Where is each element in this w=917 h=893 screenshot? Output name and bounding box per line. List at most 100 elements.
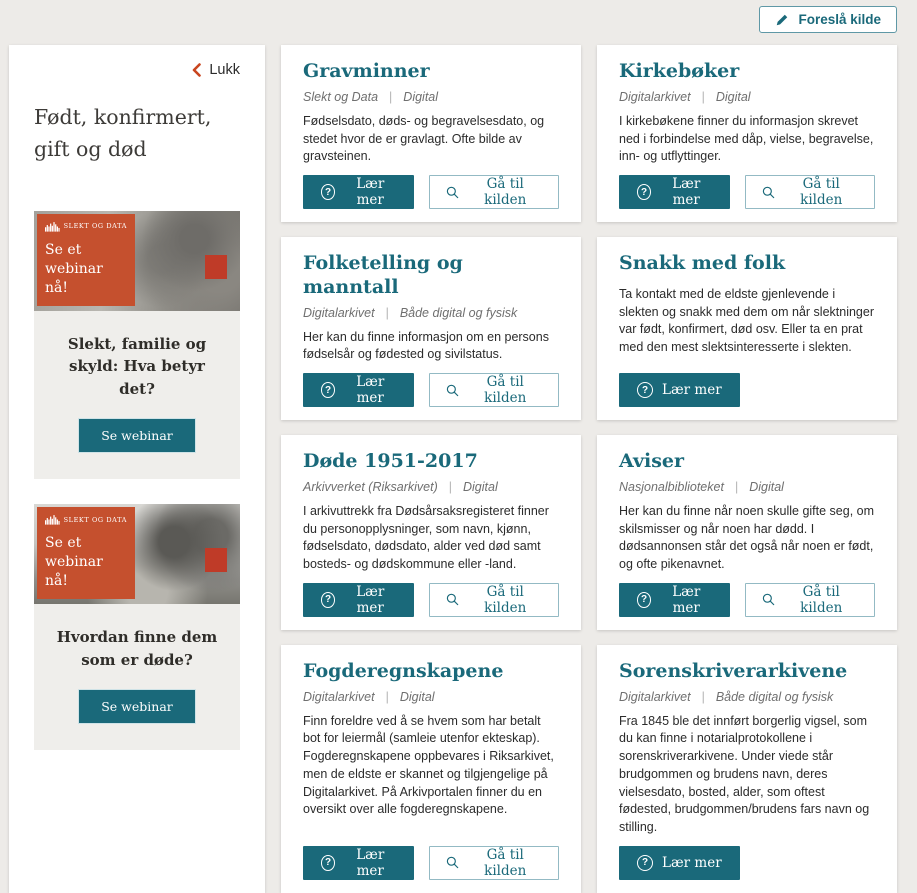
question-circle-icon: ? (321, 855, 335, 871)
webinar-overlay: SLEKT OG DATA Se et webinar nå! (37, 507, 135, 599)
question-circle-icon: ? (637, 184, 651, 200)
card-title: Fogderegnskapene (303, 660, 559, 684)
card-meta: Digitalarkivet | Både digital og fysisk (619, 690, 875, 704)
card-title: Folketelling og manntall (303, 252, 559, 300)
meta-separator: | (702, 690, 705, 704)
card-title: Aviser (619, 450, 875, 474)
learn-more-button[interactable]: ? Lær mer (303, 846, 414, 880)
card-description: Ta kontakt med de eldste gjenlevende i s… (619, 286, 875, 357)
go-to-source-button[interactable]: Gå til kilden (429, 373, 559, 407)
card-actions: ? Lær mer Gå til kilden (303, 574, 559, 617)
card-format: Både digital og fysisk (400, 306, 517, 320)
brand-label: SLEKT OG DATA (64, 516, 127, 524)
close-row: Lukk (34, 62, 240, 82)
meta-separator: | (386, 690, 389, 704)
go-to-source-button[interactable]: Gå til kilden (429, 846, 559, 880)
close-link[interactable]: Lukk (191, 62, 240, 78)
suggest-source-button[interactable]: Foreslå kilde (759, 6, 897, 33)
learn-more-button[interactable]: ? Lær mer (303, 373, 414, 407)
brand-row: SLEKT OG DATA (45, 514, 127, 525)
card-source: Digitalarkivet (303, 690, 375, 704)
close-label: Lukk (209, 62, 240, 78)
card-meta: Nasjonalbiblioteket | Digital (619, 480, 875, 494)
page-title: Født, konfirmert, gift og død (34, 102, 240, 166)
go-to-source-label: Gå til kilden (784, 584, 858, 616)
webinar-card: SLEKT OG DATA Se et webinar nå! Hvordan … (34, 504, 240, 750)
webinar-title: Slekt, familie og skyld: Hva betyr det? (50, 333, 224, 401)
card-source: Arkivverket (Riksarkivet) (303, 480, 438, 494)
webinar-photo: SLEKT OG DATA Se et webinar nå! (34, 211, 240, 311)
card-actions: ? Lær mer Gå til kilden (619, 166, 875, 209)
card-description: Fødselsdato, døds- og begravelsesdato, o… (303, 113, 559, 166)
learn-more-label: Lær mer (660, 176, 712, 208)
question-circle-icon: ? (321, 592, 335, 608)
go-to-source-label: Gå til kilden (468, 847, 542, 879)
card-format: Digital (403, 90, 438, 104)
card-title: Kirkebøker (619, 60, 875, 84)
watch-webinar-button[interactable]: Se webinar (78, 689, 196, 724)
suggest-source-label: Foreslå kilde (798, 12, 881, 27)
meta-separator: | (449, 480, 452, 494)
search-icon (762, 185, 775, 200)
accent-square (205, 548, 227, 572)
go-to-source-label: Gå til kilden (784, 176, 858, 208)
search-icon (446, 185, 459, 200)
top-bar: Foreslå kilde (0, 0, 917, 45)
card-description: Fra 1845 ble det innført borgerlig vigse… (619, 713, 875, 837)
learn-more-label: Lær mer (662, 382, 722, 398)
card-title: Døde 1951-2017 (303, 450, 559, 474)
learn-more-label: Lær mer (662, 855, 722, 871)
learn-more-button[interactable]: ? Lær mer (619, 373, 740, 407)
search-icon (446, 592, 459, 607)
webinar-body: Slekt, familie og skyld: Hva betyr det? … (34, 311, 240, 480)
card-description: Her kan du finne informasjon om en perso… (303, 329, 559, 365)
card-actions: ? Lær mer (619, 364, 875, 407)
meta-separator: | (735, 480, 738, 494)
learn-more-label: Lær mer (344, 374, 396, 406)
card-meta: Arkivverket (Riksarkivet) | Digital (303, 480, 559, 494)
brand-label: SLEKT OG DATA (64, 222, 127, 230)
go-to-source-button[interactable]: Gå til kilden (429, 583, 559, 617)
source-card-snakk-med-folk: Snakk med folk Ta kontakt med de eldste … (597, 237, 897, 420)
card-meta: Slekt og Data | Digital (303, 90, 559, 104)
go-to-source-label: Gå til kilden (468, 584, 542, 616)
card-source: Nasjonalbiblioteket (619, 480, 724, 494)
card-actions: ? Lær mer Gå til kilden (303, 364, 559, 407)
card-actions: ? Lær mer (619, 837, 875, 880)
equalizer-bars-logo (45, 221, 60, 232)
source-card-dode-1951-2017: Døde 1951-2017 Arkivverket (Riksarkivet)… (281, 435, 581, 630)
source-card-sorenskriverarkivene: Sorenskriverarkivene Digitalarkivet | Bå… (597, 645, 897, 893)
learn-more-button[interactable]: ? Lær mer (619, 175, 730, 209)
go-to-source-button[interactable]: Gå til kilden (745, 583, 875, 617)
go-to-source-button[interactable]: Gå til kilden (429, 175, 559, 209)
question-circle-icon: ? (637, 855, 653, 871)
learn-more-label: Lær mer (660, 584, 712, 616)
content-area: Lukk Født, konfirmert, gift og død (0, 45, 917, 893)
card-actions: ? Lær mer Gå til kilden (619, 574, 875, 617)
card-format: Digital (400, 690, 435, 704)
overlay-text: Se et webinar nå! (45, 534, 127, 591)
card-source: Digitalarkivet (303, 306, 375, 320)
card-description: Finn foreldre ved å se hvem som har beta… (303, 713, 559, 820)
card-meta: Digitalarkivet | Digital (303, 690, 559, 704)
learn-more-button[interactable]: ? Lær mer (303, 175, 414, 209)
card-actions: ? Lær mer Gå til kilden (303, 837, 559, 880)
accent-square (205, 255, 227, 279)
source-card-kirkeboker: Kirkebøker Digitalarkivet | Digital I ki… (597, 45, 897, 222)
card-actions: ? Lær mer Gå til kilden (303, 166, 559, 209)
learn-more-button[interactable]: ? Lær mer (303, 583, 414, 617)
search-icon (446, 855, 459, 870)
go-to-source-button[interactable]: Gå til kilden (745, 175, 875, 209)
learn-more-label: Lær mer (344, 176, 396, 208)
overlay-text: Se et webinar nå! (45, 241, 127, 298)
watch-webinar-button[interactable]: Se webinar (78, 418, 196, 453)
learn-more-button[interactable]: ? Lær mer (619, 583, 730, 617)
go-to-source-label: Gå til kilden (468, 176, 542, 208)
learn-more-button[interactable]: ? Lær mer (619, 846, 740, 880)
card-source: Slekt og Data (303, 90, 378, 104)
card-meta: Digitalarkivet | Digital (619, 90, 875, 104)
pencil-icon (775, 13, 789, 27)
card-format: Både digital og fysisk (716, 690, 833, 704)
source-cards-grid: Gravminner Slekt og Data | Digital Fødse… (281, 45, 897, 893)
source-card-folketelling: Folketelling og manntall Digitalarkivet … (281, 237, 581, 420)
